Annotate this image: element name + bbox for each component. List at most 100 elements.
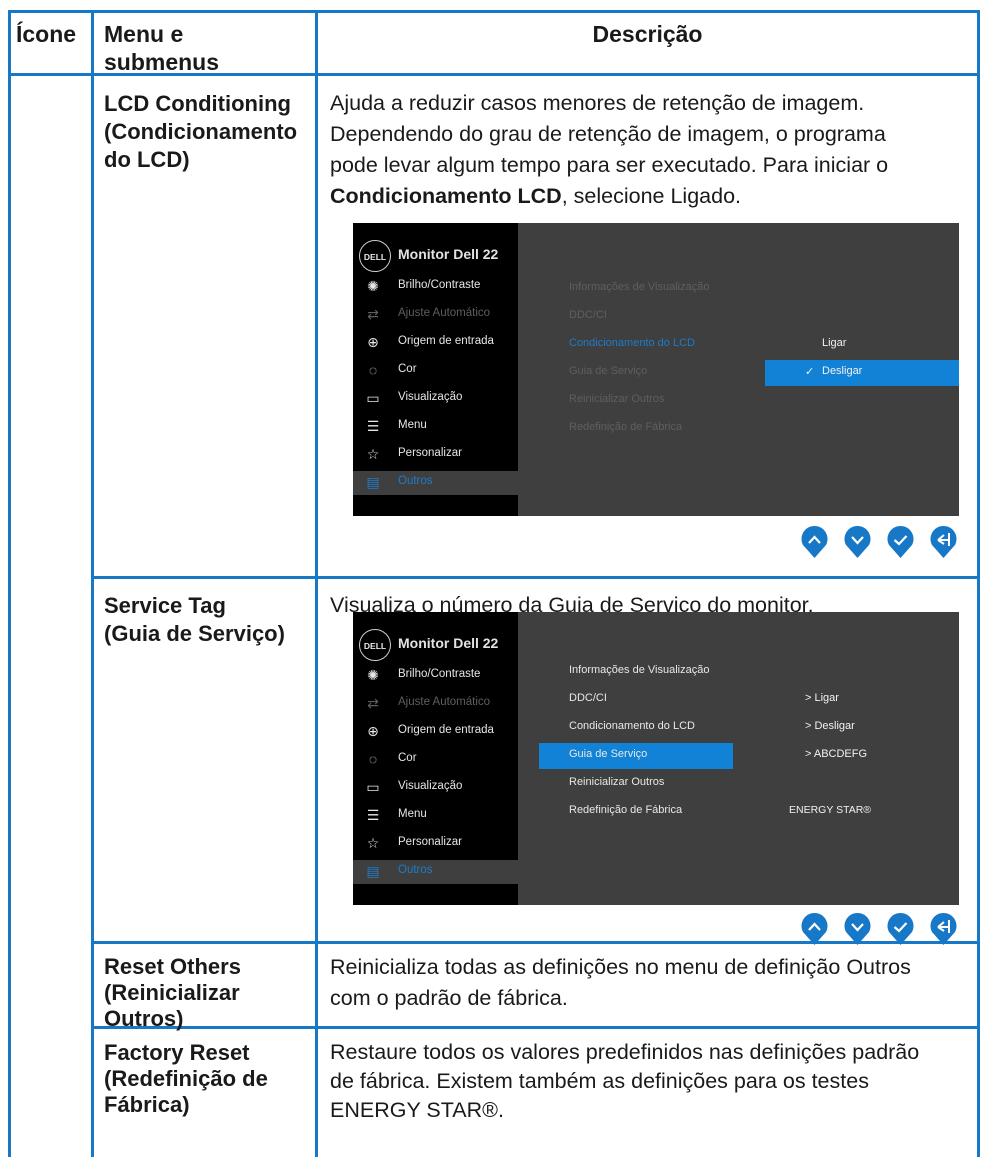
dell-logo: DELL xyxy=(359,240,391,272)
desc-bold: Condicionamento LCD xyxy=(330,184,562,208)
table-left-border xyxy=(8,10,11,1157)
osd-menu-display[interactable]: ▭ Visualização xyxy=(353,776,518,800)
osd-sub-display-info[interactable]: Informações de Visualização xyxy=(569,664,709,676)
osd-menu-label: Cor xyxy=(398,752,417,764)
desc-line: Ajuda a reduzir casos menores de retençã… xyxy=(330,91,865,115)
header-icon: Ícone xyxy=(16,21,77,47)
header-menu-line2: submenus xyxy=(104,49,220,75)
back-button[interactable] xyxy=(929,525,958,558)
osd-menu-label: Personalizar xyxy=(398,447,462,459)
down-button[interactable] xyxy=(843,912,872,945)
name-line: (Reinicializar xyxy=(104,980,240,1005)
osd-menu-others[interactable]: ▤ Outros xyxy=(353,471,518,495)
osd-sub-ddcci[interactable]: DDC/CI xyxy=(569,692,607,704)
osd-sub-display-info[interactable]: Informações de Visualização xyxy=(569,281,709,293)
osd-value-ddcci: > Ligar xyxy=(805,692,839,704)
header-description: Descrição xyxy=(592,21,703,47)
desc-line: Dependendo do grau de retenção de imagem… xyxy=(330,122,886,146)
desc-line: Reinicializa todas as definições no menu… xyxy=(330,955,911,979)
brightness-icon: ✺ xyxy=(367,667,379,683)
osd-menu-auto-adjust[interactable]: ⇄ Ajuste Automático xyxy=(353,303,518,327)
osd-menu-others[interactable]: ▤ Outros xyxy=(353,860,518,884)
osd-panel-lcd-conditioning: DELL Monitor Dell 22 ✺ Brilho/Contraste ⇄… xyxy=(353,223,959,516)
color-icon: ◌ xyxy=(368,362,378,378)
osd-menu-label: Ajuste Automático xyxy=(398,307,491,319)
osd-menu-brightness[interactable]: ✺ Brilho/Contraste xyxy=(353,664,518,688)
osd-value-energy-star: ENERGY STAR® xyxy=(789,804,872,816)
table-top-border xyxy=(8,10,980,13)
osd-menu-auto-adjust[interactable]: ⇄ Ajuste Automático xyxy=(353,692,518,716)
ok-button[interactable] xyxy=(886,525,915,558)
osd-model-title: Monitor Dell 22 xyxy=(398,635,499,651)
osd-menu-brightness[interactable]: ✺ Brilho/Contraste xyxy=(353,275,518,299)
desc-line: de fábrica. Existem também as definições… xyxy=(330,1069,869,1093)
ok-button[interactable] xyxy=(886,912,915,945)
osd-sub-ddcci[interactable]: DDC/CI xyxy=(569,309,607,321)
col-menu-divider xyxy=(315,10,318,1157)
osd-menu-label: Outros xyxy=(398,475,433,487)
brightness-icon: ✺ xyxy=(367,278,379,294)
osd-sub-service-tag[interactable]: Guia de Serviço xyxy=(569,365,647,377)
osd-sub-lcd-conditioning[interactable]: Condicionamento do LCD xyxy=(569,337,695,349)
name-line: Factory Reset xyxy=(104,1040,250,1065)
osd-sub-reset-others[interactable]: Reinicializar Outros xyxy=(569,393,664,405)
row-service-tag-name: Service Tag (Guia de Serviço) xyxy=(104,592,285,648)
settings-table: Ícone Menu e submenus Descrição LCD Cond… xyxy=(8,10,980,1157)
osd-menu-color[interactable]: ◌ Cor xyxy=(353,748,518,772)
osd-sub-service-tag[interactable]: Guia de Serviço xyxy=(569,748,647,760)
osd-panel-service-tag: DELL Monitor Dell 22 ✺ Brilho/Contraste ⇄… xyxy=(353,612,959,905)
star-icon: ☆ xyxy=(366,446,380,462)
osd-menu-label: Visualização xyxy=(398,780,463,792)
desc-line: pode levar algum tempo para ser executad… xyxy=(330,153,889,177)
header-menu-line1: Menu e xyxy=(104,21,184,47)
osd-sub-factory-reset[interactable]: Redefinição de Fábrica xyxy=(569,421,682,433)
osd-menu-label: Origem de entrada xyxy=(398,335,494,347)
osd-sub-reset-others[interactable]: Reinicializar Outros xyxy=(569,776,664,788)
osd-menu-personalize[interactable]: ☆ Personalizar xyxy=(353,443,518,467)
osd-option-off[interactable]: Desligar xyxy=(822,365,862,377)
osd-menu-label: Personalizar xyxy=(398,836,462,848)
osd-menu-menu[interactable]: ☰ Menu xyxy=(353,415,518,439)
star-icon: ☆ xyxy=(366,835,380,851)
desc-line: Restaure todos os valores predefinidos n… xyxy=(330,1040,920,1064)
name-line: Service Tag xyxy=(104,593,226,618)
osd-value-service-tag: > ABCDEFG xyxy=(805,748,868,760)
check-icon: ✓ xyxy=(805,366,815,378)
osd-menu-input-source[interactable]: ⊕ Origem de entrada xyxy=(353,331,518,355)
input-source-icon: ⊕ xyxy=(367,723,379,739)
menu-icon: ☰ xyxy=(366,418,380,434)
osd-menu-label: Visualização xyxy=(398,391,463,403)
col-icon-divider xyxy=(91,10,94,1157)
osd-menu-input-source[interactable]: ⊕ Origem de entrada xyxy=(353,720,518,744)
menu-icon: ☰ xyxy=(366,807,380,823)
osd-menu-label: Ajuste Automático xyxy=(398,696,491,708)
name-line: (Guia de Serviço) xyxy=(104,621,285,646)
osd-option-on[interactable]: Ligar xyxy=(822,337,846,349)
osd-menu-display[interactable]: ▭ Visualização xyxy=(353,387,518,411)
name-line: Outros) xyxy=(104,1006,184,1031)
name-line: Fábrica) xyxy=(104,1092,190,1117)
osd-sub-factory-reset[interactable]: Redefinição de Fábrica xyxy=(569,804,682,816)
osd-menu-label: Brilho/Contraste xyxy=(398,668,481,680)
display-icon: ▭ xyxy=(366,779,380,795)
auto-adjust-icon: ⇄ xyxy=(367,695,379,711)
name-line: LCD Conditioning xyxy=(104,91,291,116)
others-icon: ▤ xyxy=(366,863,380,879)
up-button[interactable] xyxy=(800,525,829,558)
up-button[interactable] xyxy=(800,912,829,945)
osd-menu-label: Menu xyxy=(398,419,427,431)
table-right-border xyxy=(977,10,980,1157)
osd-menu-menu[interactable]: ☰ Menu xyxy=(353,804,518,828)
others-icon: ▤ xyxy=(366,474,380,490)
desc-line: Condicionamento LCD, selecione Ligado. xyxy=(330,181,888,212)
down-button[interactable] xyxy=(843,525,872,558)
osd-menu-label: Origem de entrada xyxy=(398,724,494,736)
osd-sub-lcd-conditioning[interactable]: Condicionamento do LCD xyxy=(569,720,695,732)
header-menu: Menu e submenus xyxy=(104,20,219,76)
desc-line: com o padrão de fábrica. xyxy=(330,986,568,1010)
osd-menu-personalize[interactable]: ☆ Personalizar xyxy=(353,832,518,856)
osd-menu-color[interactable]: ◌ Cor xyxy=(353,359,518,383)
name-line: do LCD) xyxy=(104,147,190,172)
back-button[interactable] xyxy=(929,912,958,945)
color-icon: ◌ xyxy=(368,751,378,767)
